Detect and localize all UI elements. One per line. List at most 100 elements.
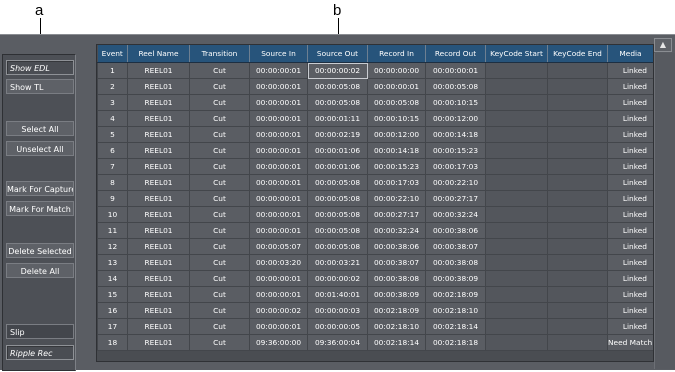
cell-source-out[interactable]: 00:01:40:01 — [307, 286, 368, 303]
cell-event[interactable]: 8 — [97, 174, 128, 191]
cell-event[interactable]: 9 — [97, 190, 128, 207]
cell-media[interactable]: Linked — [607, 206, 653, 223]
cell-source-out[interactable]: 00:00:00:02 — [307, 62, 368, 79]
cell-keycode-start[interactable] — [485, 126, 548, 143]
cell-source-in[interactable]: 00:00:00:01 — [249, 206, 308, 223]
cell-record-in[interactable]: 00:00:15:23 — [367, 158, 426, 175]
cell-media[interactable]: Linked — [607, 142, 653, 159]
cell-record-in[interactable]: 00:00:12:00 — [367, 126, 426, 143]
cell-event[interactable]: 13 — [97, 254, 128, 271]
cell-record-out[interactable]: 00:02:18:14 — [425, 318, 486, 335]
cell-keycode-start[interactable] — [485, 302, 548, 319]
cell-transition[interactable]: Cut — [189, 62, 250, 79]
table-row[interactable]: 10 REEL01 Cut 00:00:00:01 00:00:05:08 00:00:2… — [97, 206, 653, 223]
cell-record-out[interactable]: 00:00:32:24 — [425, 206, 486, 223]
cell-transition[interactable]: Cut — [189, 302, 250, 319]
column-header-reel-name[interactable]: Reel Name — [127, 45, 190, 63]
cell-keycode-start[interactable] — [485, 158, 548, 175]
cell-record-in[interactable]: 00:00:38:07 — [367, 254, 426, 271]
cell-source-in[interactable]: 00:00:00:01 — [249, 286, 308, 303]
cell-keycode-start[interactable] — [485, 62, 548, 79]
cell-record-out[interactable]: 00:00:27:17 — [425, 190, 486, 207]
cell-reel-name[interactable]: REEL01 — [127, 254, 190, 271]
column-header-record-in[interactable]: Record In — [367, 45, 426, 63]
cell-keycode-start[interactable] — [485, 142, 548, 159]
cell-transition[interactable]: Cut — [189, 78, 250, 95]
cell-keycode-end[interactable] — [547, 62, 608, 79]
cell-keycode-start[interactable] — [485, 78, 548, 95]
cell-transition[interactable]: Cut — [189, 318, 250, 335]
column-header-record-out[interactable]: Record Out — [425, 45, 486, 63]
cell-source-out[interactable]: 00:00:01:11 — [307, 110, 368, 127]
cell-event[interactable]: 18 — [97, 334, 128, 351]
cell-transition[interactable]: Cut — [189, 286, 250, 303]
cell-record-in[interactable]: 00:00:00:01 — [367, 78, 426, 95]
cell-transition[interactable]: Cut — [189, 206, 250, 223]
cell-reel-name[interactable]: REEL01 — [127, 110, 190, 127]
cell-source-in[interactable]: 00:00:00:01 — [249, 318, 308, 335]
cell-reel-name[interactable]: REEL01 — [127, 222, 190, 239]
cell-event[interactable]: 7 — [97, 158, 128, 175]
cell-source-out[interactable]: 00:00:00:03 — [307, 302, 368, 319]
cell-keycode-end[interactable] — [547, 174, 608, 191]
cell-source-out[interactable]: 00:00:05:08 — [307, 238, 368, 255]
cell-transition[interactable]: Cut — [189, 270, 250, 287]
cell-source-in[interactable]: 00:00:00:01 — [249, 158, 308, 175]
cell-transition[interactable]: Cut — [189, 158, 250, 175]
table-row[interactable]: 15 REEL01 Cut 00:00:00:01 00:01:40:01 00:00:3… — [97, 286, 653, 303]
cell-media[interactable]: Linked — [607, 238, 653, 255]
cell-record-in[interactable]: 00:00:17:03 — [367, 174, 426, 191]
cell-keycode-start[interactable] — [485, 206, 548, 223]
column-header-media[interactable]: Media — [607, 45, 653, 63]
cell-keycode-end[interactable] — [547, 206, 608, 223]
cell-record-out[interactable]: 00:00:05:08 — [425, 78, 486, 95]
cell-source-out[interactable]: 09:36:00:04 — [307, 334, 368, 351]
scroll-up-icon[interactable]: ▲ — [654, 38, 672, 52]
cell-source-out[interactable]: 00:00:05:08 — [307, 78, 368, 95]
cell-source-out[interactable]: 00:00:03:21 — [307, 254, 368, 271]
cell-keycode-start[interactable] — [485, 174, 548, 191]
cell-media[interactable]: Linked — [607, 302, 653, 319]
mark-for-match-button[interactable]: Mark For Match — [6, 201, 74, 216]
cell-record-in[interactable]: 00:00:38:09 — [367, 286, 426, 303]
cell-keycode-end[interactable] — [547, 110, 608, 127]
cell-reel-name[interactable]: REEL01 — [127, 206, 190, 223]
cell-record-out[interactable]: 00:02:18:09 — [425, 286, 486, 303]
cell-media[interactable]: Linked — [607, 270, 653, 287]
cell-event[interactable]: 6 — [97, 142, 128, 159]
cell-keycode-end[interactable] — [547, 318, 608, 335]
cell-record-in[interactable]: 00:00:32:24 — [367, 222, 426, 239]
cell-transition[interactable]: Cut — [189, 238, 250, 255]
cell-reel-name[interactable]: REEL01 — [127, 126, 190, 143]
cell-source-out[interactable]: 00:00:01:06 — [307, 142, 368, 159]
cell-record-out[interactable]: 00:02:18:10 — [425, 302, 486, 319]
cell-record-in[interactable]: 00:02:18:09 — [367, 302, 426, 319]
cell-transition[interactable]: Cut — [189, 126, 250, 143]
cell-keycode-start[interactable] — [485, 334, 548, 351]
cell-event[interactable]: 11 — [97, 222, 128, 239]
cell-reel-name[interactable]: REEL01 — [127, 238, 190, 255]
cell-record-in[interactable]: 00:02:18:10 — [367, 318, 426, 335]
cell-source-in[interactable]: 00:00:03:20 — [249, 254, 308, 271]
cell-event[interactable]: 10 — [97, 206, 128, 223]
cell-record-out[interactable]: 00:00:15:23 — [425, 142, 486, 159]
cell-keycode-end[interactable] — [547, 270, 608, 287]
cell-event[interactable]: 16 — [97, 302, 128, 319]
cell-transition[interactable]: Cut — [189, 110, 250, 127]
cell-keycode-end[interactable] — [547, 238, 608, 255]
cell-keycode-end[interactable] — [547, 94, 608, 111]
cell-keycode-start[interactable] — [485, 286, 548, 303]
cell-record-out[interactable]: 00:00:38:09 — [425, 270, 486, 287]
cell-source-out[interactable]: 00:00:05:08 — [307, 206, 368, 223]
cell-keycode-end[interactable] — [547, 302, 608, 319]
table-row[interactable]: 8 REEL01 Cut 00:00:00:01 00:00:05:08 00:00:17… — [97, 174, 653, 191]
cell-reel-name[interactable]: REEL01 — [127, 286, 190, 303]
unselect-all-button[interactable]: Unselect All — [6, 141, 74, 156]
cell-source-in[interactable]: 00:00:00:01 — [249, 174, 308, 191]
table-row[interactable]: 18 REEL01 Cut 09:36:00:00 09:36:00:04 00:02:1… — [97, 334, 653, 351]
cell-media[interactable]: Linked — [607, 254, 653, 271]
cell-record-out[interactable]: 00:00:22:10 — [425, 174, 486, 191]
cell-record-in[interactable]: 00:00:05:08 — [367, 94, 426, 111]
cell-keycode-start[interactable] — [485, 254, 548, 271]
cell-source-in[interactable]: 00:00:00:01 — [249, 78, 308, 95]
